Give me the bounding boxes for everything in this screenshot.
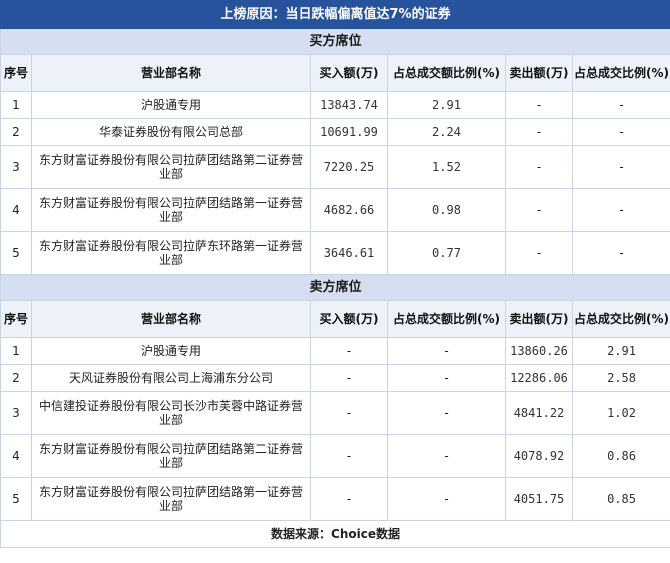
cell-sell-pct: 0.86 — [571, 434, 670, 478]
col-header-sell-pct: 占总成交比例(%) — [571, 54, 670, 92]
table-row: 4 东方财富证券股份有限公司拉萨团结路第一证券营业部 4682.66 0.98 … — [0, 188, 670, 232]
cell-no: 2 — [0, 118, 32, 146]
table-row: 3 东方财富证券股份有限公司拉萨团结路第二证券营业部 7220.25 1.52 … — [0, 145, 670, 189]
table-row: 1 沪股通专用 - - 13860.26 2.91 — [0, 337, 670, 365]
cell-name: 东方财富证券股份有限公司拉萨团结路第二证券营业部 — [31, 434, 311, 478]
cell-no: 5 — [0, 477, 32, 521]
cell-sell-pct: 1.02 — [571, 391, 670, 435]
cell-no: 1 — [0, 91, 32, 119]
table-row: 2 华泰证券股份有限公司总部 10691.99 2.24 - - — [0, 118, 670, 146]
col-header-buy: 买入额(万) — [310, 300, 388, 338]
cell-buy-pct: - — [387, 477, 506, 521]
cell-no: 1 — [0, 337, 32, 365]
cell-buy: - — [310, 477, 388, 521]
cell-sell: - — [505, 91, 573, 119]
cell-sell: 12286.06 — [505, 364, 573, 392]
cell-buy: 10691.99 — [310, 118, 388, 146]
cell-name: 天风证券股份有限公司上海浦东分公司 — [31, 364, 311, 392]
cell-sell: - — [505, 118, 573, 146]
cell-sell: 4841.22 — [505, 391, 573, 435]
cell-name: 华泰证券股份有限公司总部 — [31, 118, 311, 146]
cell-buy-pct: - — [387, 364, 506, 392]
cell-buy: - — [310, 391, 388, 435]
cell-buy: - — [310, 434, 388, 478]
cell-no: 3 — [0, 145, 32, 189]
cell-no: 2 — [0, 364, 32, 392]
cell-name: 沪股通专用 — [31, 337, 311, 365]
cell-sell-pct: - — [571, 145, 670, 189]
cell-sell: 13860.26 — [505, 337, 573, 365]
buy-section-label: 买方席位 — [0, 28, 670, 55]
col-header-name: 营业部名称 — [31, 54, 311, 92]
cell-sell-pct: - — [571, 231, 670, 275]
cell-sell-pct: 0.85 — [571, 477, 670, 521]
col-header-buy-pct: 占总成交额比例(%) — [387, 300, 506, 338]
table-row: 4 东方财富证券股份有限公司拉萨团结路第二证券营业部 - - 4078.92 0… — [0, 434, 670, 478]
cell-sell: 4051.75 — [505, 477, 573, 521]
cell-no: 4 — [0, 188, 32, 232]
cell-name: 东方财富证券股份有限公司拉萨团结路第二证券营业部 — [31, 145, 311, 189]
cell-buy-pct: - — [387, 391, 506, 435]
page-title: 上榜原因：当日跌幅偏离值达7%的证券 — [0, 0, 670, 29]
sell-section-label: 卖方席位 — [0, 274, 670, 301]
cell-name: 东方财富证券股份有限公司拉萨团结路第一证券营业部 — [31, 477, 311, 521]
cell-buy-pct: 0.77 — [387, 231, 506, 275]
col-header-no: 序号 — [0, 300, 32, 338]
cell-name: 东方财富证券股份有限公司拉萨团结路第一证券营业部 — [31, 188, 311, 232]
col-header-no: 序号 — [0, 54, 32, 92]
col-header-sell: 卖出额(万) — [505, 300, 573, 338]
table-row: 1 沪股通专用 13843.74 2.91 - - — [0, 91, 670, 119]
cell-no: 4 — [0, 434, 32, 478]
cell-buy: - — [310, 337, 388, 365]
cell-sell: - — [505, 145, 573, 189]
cell-name: 东方财富证券股份有限公司拉萨东环路第一证券营业部 — [31, 231, 311, 275]
cell-sell-pct: - — [571, 188, 670, 232]
col-header-buy-pct: 占总成交额比例(%) — [387, 54, 506, 92]
cell-buy-pct: 2.91 — [387, 91, 506, 119]
cell-buy: 3646.61 — [310, 231, 388, 275]
cell-sell-pct: 2.58 — [571, 364, 670, 392]
col-header-name: 营业部名称 — [31, 300, 311, 338]
cell-sell: - — [505, 188, 573, 232]
cell-buy-pct: 0.98 — [387, 188, 506, 232]
col-header-sell: 卖出额(万) — [505, 54, 573, 92]
table-row: 5 东方财富证券股份有限公司拉萨团结路第一证券营业部 - - 4051.75 0… — [0, 477, 670, 521]
col-header-buy: 买入额(万) — [310, 54, 388, 92]
cell-buy-pct: 2.24 — [387, 118, 506, 146]
cell-buy: 7220.25 — [310, 145, 388, 189]
cell-name: 中信建投证券股份有限公司长沙市芙蓉中路证券营业部 — [31, 391, 311, 435]
cell-buy-pct: - — [387, 434, 506, 478]
cell-buy: - — [310, 364, 388, 392]
cell-buy-pct: 1.52 — [387, 145, 506, 189]
cell-sell-pct: - — [571, 91, 670, 119]
cell-buy-pct: - — [387, 337, 506, 365]
cell-buy: 4682.66 — [310, 188, 388, 232]
table-row: 2 天风证券股份有限公司上海浦东分公司 - - 12286.06 2.58 — [0, 364, 670, 392]
cell-sell: - — [505, 231, 573, 275]
cell-buy: 13843.74 — [310, 91, 388, 119]
cell-sell-pct: 2.91 — [571, 337, 670, 365]
cell-name: 沪股通专用 — [31, 91, 311, 119]
table-row: 5 东方财富证券股份有限公司拉萨东环路第一证券营业部 3646.61 0.77 … — [0, 231, 670, 275]
cell-sell: 4078.92 — [505, 434, 573, 478]
cell-sell-pct: - — [571, 118, 670, 146]
cell-no: 3 — [0, 391, 32, 435]
table-row: 3 中信建投证券股份有限公司长沙市芙蓉中路证券营业部 - - 4841.22 1… — [0, 391, 670, 435]
col-header-sell-pct: 占总成交比例(%) — [571, 300, 670, 338]
data-source: 数据来源：Choice数据 — [0, 520, 670, 548]
lhb-table: 上榜原因：当日跌幅偏离值达7%的证券 买方席位 序号 营业部名称 买入额(万) … — [0, 0, 670, 548]
cell-no: 5 — [0, 231, 32, 275]
